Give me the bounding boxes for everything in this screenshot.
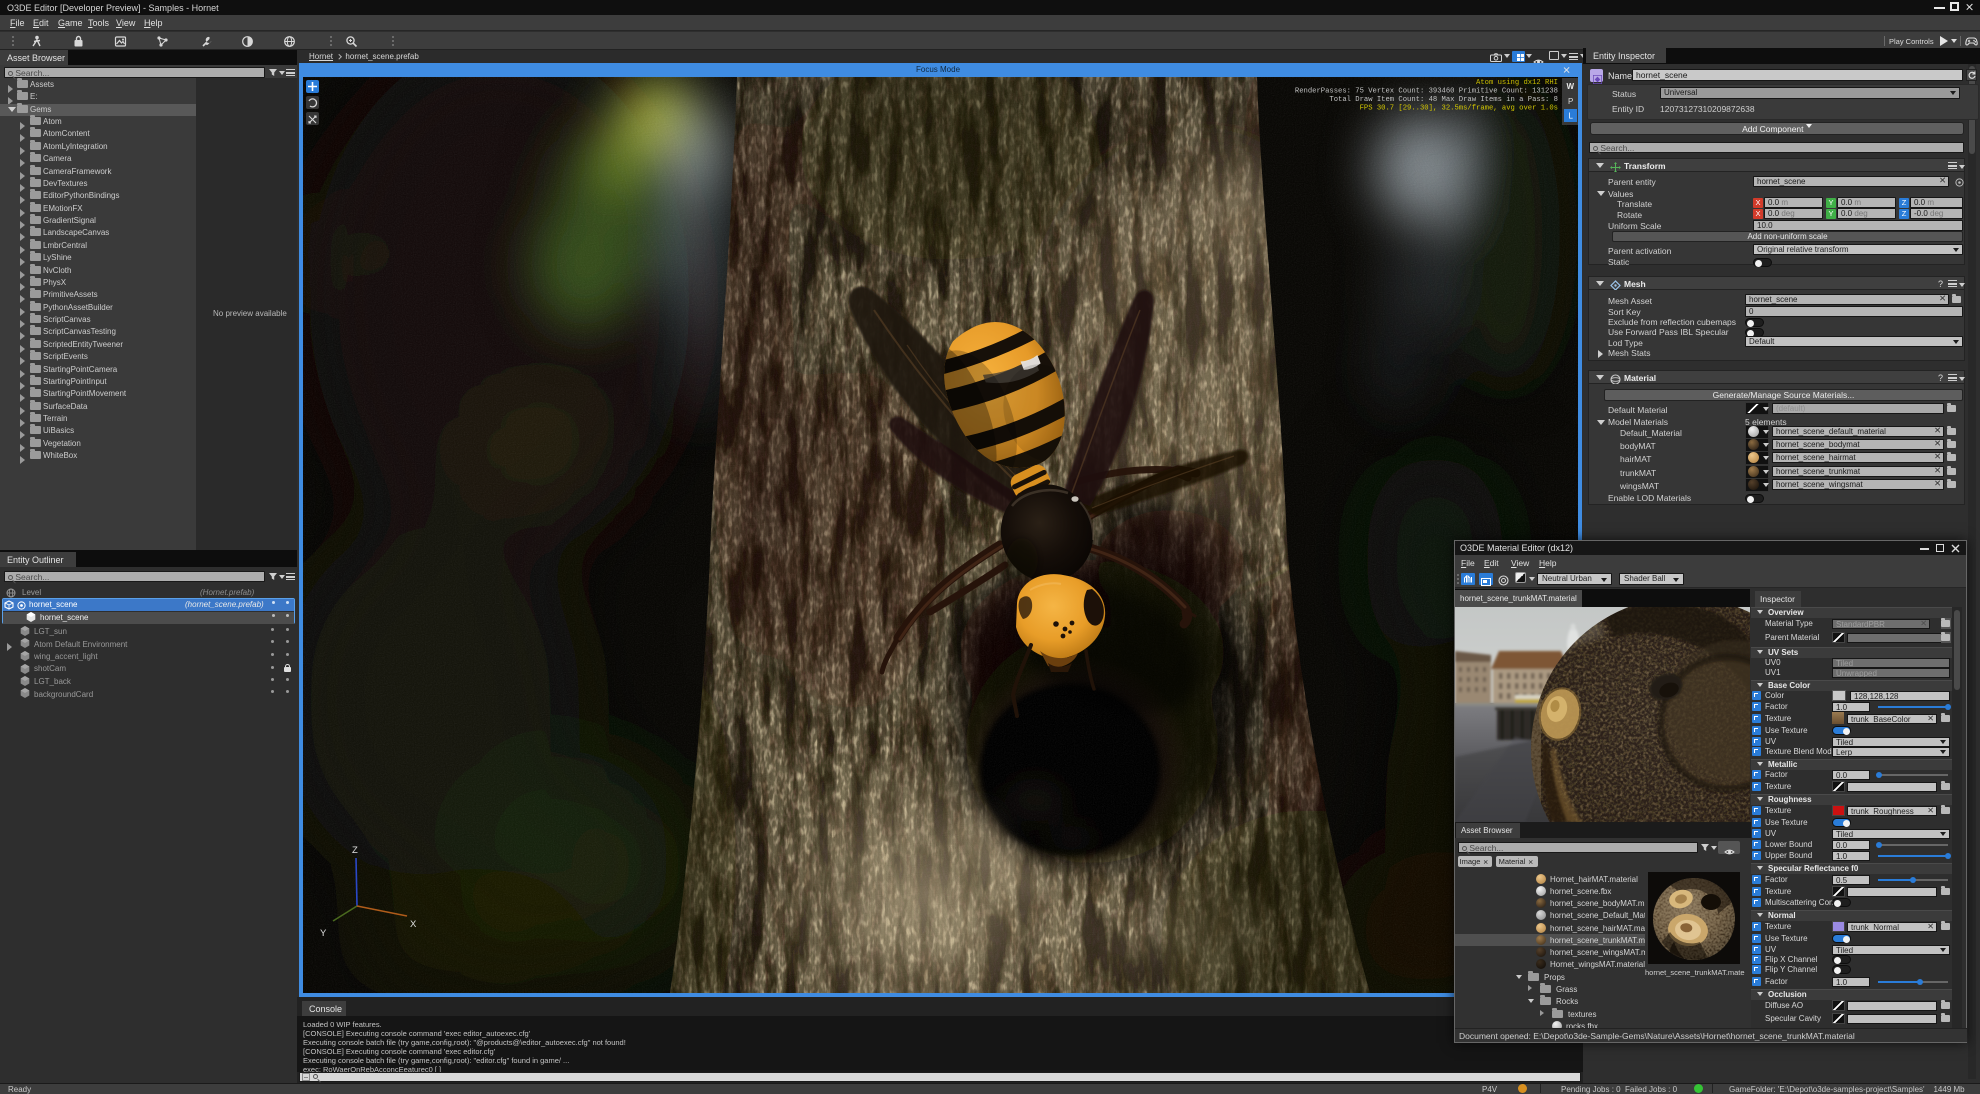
svg-text:Y: Y (320, 928, 327, 939)
svg-text:FPS 30.7 [29..30], 32.5ms/fram: FPS 30.7 [29..30], 32.5ms/frame, avg ove… (1360, 105, 1558, 113)
svg-text:P: P (1568, 97, 1573, 106)
svg-text:W: W (1567, 82, 1575, 91)
svg-text:Atom using dx12 RHI: Atom using dx12 RHI (1476, 79, 1558, 87)
svg-text:L: L (1569, 112, 1574, 121)
svg-text:Total Draw Item Count: 48 Max: Total Draw Item Count: 48 Max Draw Items… (1329, 96, 1558, 104)
svg-text:X: X (410, 919, 417, 930)
svg-text:RenderPasses: 75 Vertex Count:: RenderPasses: 75 Vertex Count: 393460 Pr… (1295, 88, 1558, 96)
svg-text:Z: Z (352, 845, 358, 856)
